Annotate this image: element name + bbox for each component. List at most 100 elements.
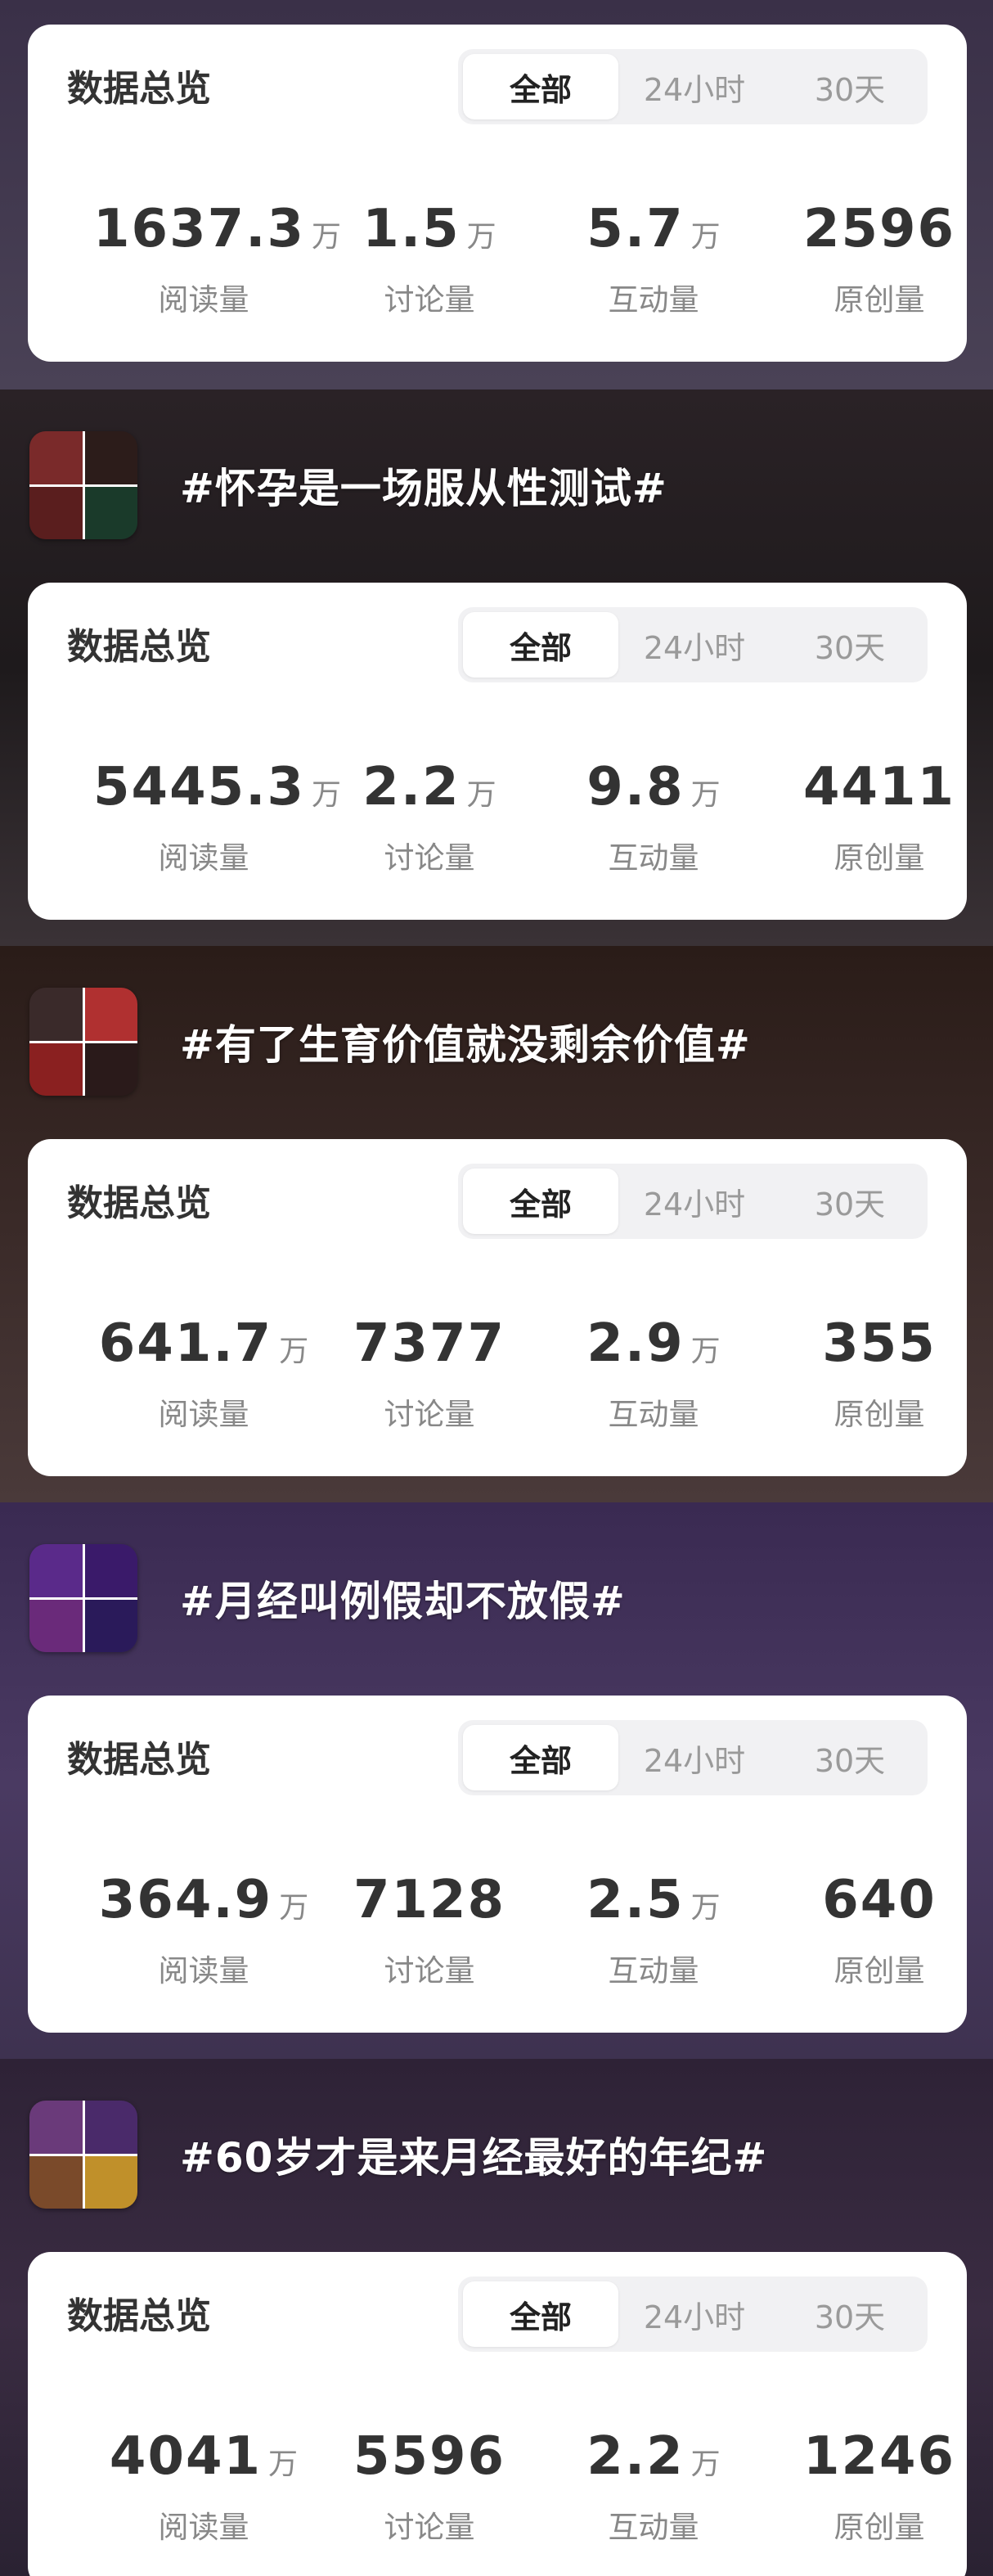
stat-label: 讨论量 (384, 282, 475, 317)
stat-interactions: 5.7 万互动量 (543, 198, 764, 319)
stat-label: 阅读量 (158, 840, 249, 876)
stat-label: 原创量 (833, 1953, 925, 1988)
stat-value-row: 5.7 万 (543, 198, 764, 273)
thumbnail-tile (29, 1042, 83, 1096)
topic-title[interactable]: #怀孕是一场服从性测试# (180, 456, 667, 515)
tab-24h[interactable]: 24小时 (617, 2281, 772, 2347)
stat-label: 讨论量 (384, 1397, 475, 1432)
stat-originals: 640 原创量 (769, 1869, 990, 1990)
tab-30d[interactable]: 30天 (772, 1169, 928, 1234)
stat-value-row: 9.8 万 (543, 756, 764, 831)
tab-24h[interactable]: 24小时 (617, 1725, 772, 1790)
topic-header[interactable]: #怀孕是一场服从性测试# (29, 431, 962, 539)
stat-label: 讨论量 (384, 2510, 475, 2545)
stat-unit: 万 (279, 1335, 309, 1368)
stat-unit: 万 (690, 1891, 721, 1925)
thumbnail-tile (29, 2155, 83, 2209)
stat-label: 互动量 (608, 1397, 699, 1432)
tab-all[interactable]: 全部 (463, 612, 618, 678)
thumbnail-tile (83, 2101, 137, 2155)
stat-number: 5596 (353, 2426, 506, 2487)
topic-thumbnail[interactable] (29, 2101, 137, 2209)
tab-all[interactable]: 全部 (463, 54, 618, 119)
stat-value-row: 4411 (769, 756, 990, 831)
card-title: 数据总览 (67, 68, 211, 110)
tab-all[interactable]: 全部 (463, 1169, 618, 1234)
stat-number: 4041 (109, 2426, 263, 2487)
stat-value-row: 2.9 万 (543, 1313, 764, 1388)
stat-label: 互动量 (608, 282, 699, 317)
time-range-tabs: 全部 24小时 30天 (458, 1164, 928, 1239)
stat-label: 互动量 (608, 840, 699, 876)
stat-number: 7128 (353, 1870, 506, 1930)
stat-label: 互动量 (608, 1953, 699, 1988)
thumbnail-tile (83, 1042, 137, 1096)
card-title: 数据总览 (67, 1739, 211, 1781)
topic-title[interactable]: #60岁才是来月经最好的年纪# (180, 2125, 767, 2184)
stat-value-row: 4041 万 (93, 2425, 314, 2501)
stat-number: 355 (822, 1313, 937, 1374)
stat-number: 2.5 (586, 1870, 685, 1930)
topic-title[interactable]: #月经叫例假却不放假# (180, 1569, 626, 1628)
topic-thumbnail[interactable] (29, 431, 137, 539)
tab-30d[interactable]: 30天 (772, 612, 928, 678)
stat-number: 2.2 (586, 2426, 685, 2487)
thumbnail-tile (29, 485, 83, 539)
stat-value-row: 7128 (319, 1869, 540, 1944)
time-range-tabs: 全部 24小时 30天 (458, 2277, 928, 2352)
stat-label: 阅读量 (158, 282, 249, 317)
topic-header[interactable]: #有了生育价值就没剩余价值# (29, 988, 962, 1096)
tab-24h[interactable]: 24小时 (617, 54, 772, 119)
stat-label: 阅读量 (158, 1397, 249, 1432)
thumbnail-tile (29, 431, 83, 485)
topic-header[interactable]: #60岁才是来月经最好的年纪# (29, 2101, 962, 2209)
stat-value-row: 2.5 万 (543, 1869, 764, 1944)
stat-reads: 5445.3 万阅读量 (93, 756, 341, 877)
stat-unit: 万 (690, 2448, 721, 2481)
stat-number: 364.9 (98, 1870, 273, 1930)
thumbnail-tile (29, 1598, 83, 1652)
stat-value-row: 5596 (319, 2425, 540, 2501)
stat-reads: 4041 万阅读量 (93, 2425, 314, 2547)
stat-value-row: 2.2 万 (319, 756, 540, 831)
topic-section: #月经叫例假却不放假# 数据总览 全部 24小时 30天 364.9 万阅读量 7128 讨论量… (0, 1502, 993, 2059)
stat-reads: 641.7 万阅读量 (93, 1313, 314, 1434)
stat-unit: 万 (466, 778, 496, 812)
stat-number: 1246 (802, 2426, 956, 2487)
stat-number: 640 (822, 1870, 937, 1930)
stat-originals: 2596 原创量 (769, 198, 990, 319)
card-title: 数据总览 (67, 2295, 211, 2337)
stat-reads: 1637.3 万阅读量 (93, 198, 341, 319)
tab-24h[interactable]: 24小时 (617, 1169, 772, 1234)
thumbnail-tile (83, 2155, 137, 2209)
stat-value-row: 1637.3 万 (93, 198, 341, 273)
thumbnail-tile (83, 485, 137, 539)
stat-label: 原创量 (833, 1397, 925, 1432)
topic-section: #有了生育价值就没剩余价值# 数据总览 全部 24小时 30天 641.7 万阅读量 7377… (0, 946, 993, 1502)
stat-number: 1637.3 (93, 199, 305, 259)
topic-thumbnail[interactable] (29, 988, 137, 1096)
tab-30d[interactable]: 30天 (772, 1725, 928, 1790)
stat-discussions: 5596 讨论量 (319, 2425, 540, 2547)
stat-discussions: 7128 讨论量 (319, 1869, 540, 1990)
card-title: 数据总览 (67, 626, 211, 668)
tab-all[interactable]: 全部 (463, 1725, 618, 1790)
stat-value-row: 5445.3 万 (93, 756, 341, 831)
stat-label: 讨论量 (384, 840, 475, 876)
stat-value-row: 640 (769, 1869, 990, 1944)
thumbnail-divider (29, 484, 137, 487)
topic-header[interactable]: #月经叫例假却不放假# (29, 1544, 962, 1652)
tab-24h[interactable]: 24小时 (617, 612, 772, 678)
topic-thumbnail[interactable] (29, 1544, 137, 1652)
time-range-tabs: 全部 24小时 30天 (458, 607, 928, 682)
stat-unit: 万 (279, 1891, 309, 1925)
tab-30d[interactable]: 30天 (772, 2281, 928, 2347)
stat-value-row: 7377 (319, 1313, 540, 1388)
stat-value-row: 1246 (769, 2425, 990, 2501)
tab-30d[interactable]: 30天 (772, 54, 928, 119)
stat-label: 阅读量 (158, 1953, 249, 1988)
tab-all[interactable]: 全部 (463, 2281, 618, 2347)
stat-discussions: 2.2 万讨论量 (319, 756, 540, 877)
topic-title[interactable]: #有了生育价值就没剩余价值# (180, 1012, 751, 1071)
stat-originals: 1246 原创量 (769, 2425, 990, 2547)
